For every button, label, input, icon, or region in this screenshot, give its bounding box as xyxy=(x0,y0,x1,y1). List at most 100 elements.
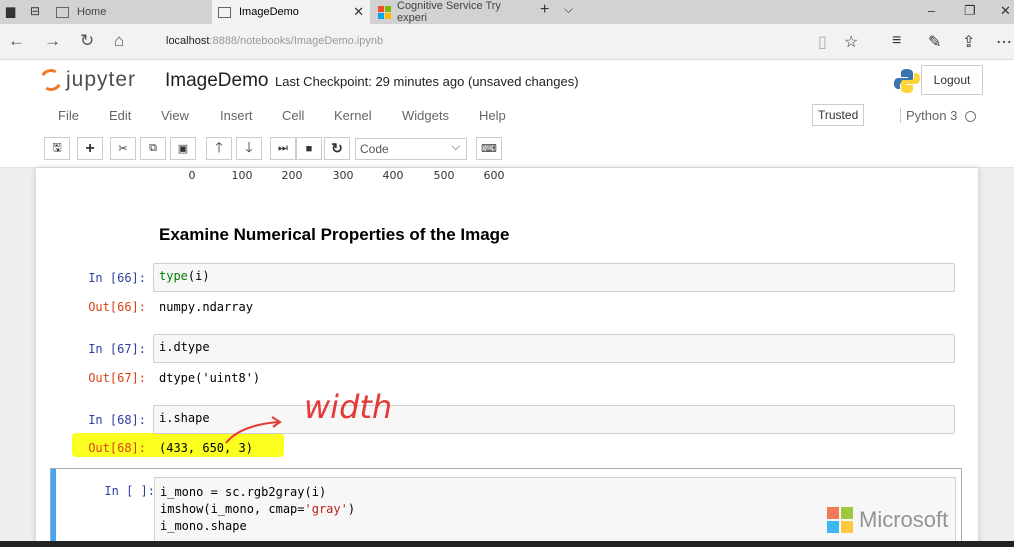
menu-kernel[interactable]: Kernel xyxy=(334,108,372,123)
notebook-toolbar: 🖫 + ✂ ⧉ ▣ 🡑 🡓 ⏭ ■ ↻ Code ⌵ ⌨ xyxy=(0,130,1014,168)
cut-button[interactable]: ✂ xyxy=(110,137,136,160)
tab-label: Home xyxy=(77,6,107,18)
cell-output: numpy.ndarray xyxy=(159,300,253,314)
code-builtin: type xyxy=(159,269,188,283)
in-prompt: In [67]: xyxy=(88,342,146,356)
code-text: imshow(i_mono, cmap= xyxy=(160,502,305,516)
move-up-button[interactable]: 🡑 xyxy=(206,137,232,160)
kernel-name: Python 3 xyxy=(900,108,957,123)
cell-type-select[interactable]: Code ⌵ xyxy=(355,138,467,160)
cell-output: (433, 650, 3) xyxy=(159,441,253,455)
cell-type-value: Code xyxy=(360,142,389,156)
new-tab-icon[interactable]: + xyxy=(540,1,549,19)
chevron-down-icon: ⌵ xyxy=(451,141,460,153)
paste-icon: ▣ xyxy=(177,143,189,155)
menu-help[interactable]: Help xyxy=(479,108,506,123)
tab-label: Cognitive Service Try experi xyxy=(397,0,501,24)
web-note-icon[interactable]: ✎ xyxy=(928,32,941,52)
out-prompt: Out[67]: xyxy=(88,371,146,385)
arrow-down-icon: 🡓 xyxy=(245,138,253,155)
copy-button[interactable]: ⧉ xyxy=(140,137,166,160)
restart-icon: ↻ xyxy=(331,140,343,156)
code-text: i.shape xyxy=(159,411,210,425)
menu-edit[interactable]: Edit xyxy=(109,108,131,123)
microsoft-wordmark: Microsoft xyxy=(859,507,949,532)
trusted-indicator[interactable]: Trusted xyxy=(812,104,865,126)
code-input[interactable]: i.dtype xyxy=(153,334,955,363)
jupyter-ring-icon xyxy=(37,66,65,94)
menu-insert[interactable]: Insert xyxy=(220,108,253,123)
insert-cell-button[interactable]: + xyxy=(77,137,103,160)
interrupt-button[interactable]: ■ xyxy=(296,137,322,160)
jupyter-header: jupyter ImageDemo Last Checkpoint: 29 mi… xyxy=(0,60,1014,102)
set-aside-tabs-icon[interactable]: ⊟ xyxy=(30,4,40,18)
forward-icon[interactable]: → xyxy=(44,31,61,51)
axis-tick-label: 200 xyxy=(281,169,303,182)
menu-file[interactable]: File xyxy=(58,108,79,123)
notebook-title[interactable]: ImageDemo xyxy=(165,70,269,92)
menu-cell[interactable]: Cell xyxy=(282,108,304,123)
close-window-icon[interactable]: ✕ xyxy=(1000,3,1011,19)
url-host: localhost xyxy=(166,35,210,47)
microsoft-logo-icon xyxy=(378,5,391,19)
address-bar-row: ← → ↻ ⌂ localhost:8888/notebooks/ImageDe… xyxy=(0,24,1014,60)
tab-cognitive-service[interactable]: Cognitive Service Try experi xyxy=(378,0,528,24)
code-text: i.dtype xyxy=(159,340,210,354)
restart-button[interactable]: ↻ xyxy=(324,137,350,160)
reading-view-icon[interactable]: ▯ xyxy=(818,32,827,52)
stop-icon: ■ xyxy=(305,142,313,155)
python-logo-icon xyxy=(894,69,920,93)
code-input[interactable]: type(i) xyxy=(153,263,955,292)
tab-preview-chevron-icon[interactable]: ⌵ xyxy=(564,2,573,17)
arrow-up-icon: 🡑 xyxy=(215,138,223,155)
share-icon[interactable]: ⇪ xyxy=(962,32,975,52)
page-icon xyxy=(56,6,69,18)
tab-imagedemo[interactable]: ImageDemo ✕ xyxy=(212,0,370,24)
page-icon xyxy=(218,6,231,18)
checkpoint-status: Last Checkpoint: 29 minutes ago (unsaved… xyxy=(275,74,579,89)
home-icon[interactable]: ⌂ xyxy=(114,31,124,51)
axis-tick-label: 500 xyxy=(433,169,455,182)
in-prompt: In [68]: xyxy=(88,413,146,427)
video-progress-bar xyxy=(0,541,1014,547)
favorite-star-icon[interactable]: ☆ xyxy=(844,32,858,52)
minimize-icon[interactable]: – xyxy=(928,3,935,18)
tab-home[interactable]: Home xyxy=(56,0,206,24)
close-tab-icon[interactable]: ✕ xyxy=(353,4,364,20)
menu-view[interactable]: View xyxy=(161,108,189,123)
copy-icon: ⧉ xyxy=(149,142,157,154)
cell-output: dtype('uint8') xyxy=(159,371,261,385)
run-button[interactable]: ⏭ xyxy=(270,137,296,160)
more-icon[interactable]: ⋯ xyxy=(996,32,1012,52)
paste-button[interactable]: ▣ xyxy=(170,137,196,160)
run-icon: ⏭ xyxy=(278,142,288,154)
command-palette-button[interactable]: ⌨ xyxy=(476,137,502,160)
logout-button[interactable]: Logout xyxy=(921,65,983,95)
code-input[interactable]: i.shape xyxy=(153,405,955,434)
out-prompt: Out[68]: xyxy=(88,441,146,455)
cell-selection-bar xyxy=(51,469,56,547)
jupyter-logo[interactable]: jupyter xyxy=(37,66,160,96)
axis-tick-label: 600 xyxy=(483,169,505,182)
save-icon: 🖫 xyxy=(52,142,62,154)
code-string: 'gray' xyxy=(304,502,348,516)
tab-actions-icon[interactable]: ▆ xyxy=(6,4,15,18)
cut-icon: ✂ xyxy=(118,143,128,155)
code-text: (i) xyxy=(187,269,210,283)
kernel-idle-icon xyxy=(965,111,976,122)
microsoft-watermark: Microsoft xyxy=(827,507,948,533)
url-field[interactable]: localhost:8888/notebooks/ImageDemo.ipynb xyxy=(166,35,383,47)
save-button[interactable]: 🖫 xyxy=(44,137,70,160)
back-icon[interactable]: ← xyxy=(8,31,25,51)
browser-tab-bar: ▆ ⊟ Home ImageDemo ✕ Cognitive Service T… xyxy=(0,0,1014,24)
selected-cell[interactable]: In [ ]: i_mono = sc.rgb2gray(i) imshow(i… xyxy=(50,468,962,547)
refresh-icon[interactable]: ↻ xyxy=(80,31,94,51)
code-text: ) xyxy=(347,502,356,516)
axis-tick-label: 0 xyxy=(188,169,196,182)
restore-icon[interactable]: ❐ xyxy=(964,3,976,19)
hub-icon[interactable]: ≡ xyxy=(892,32,901,50)
out-prompt: Out[66]: xyxy=(88,300,146,314)
menu-widgets[interactable]: Widgets xyxy=(402,108,449,123)
axis-tick-label: 100 xyxy=(231,169,253,182)
move-down-button[interactable]: 🡓 xyxy=(236,137,262,160)
